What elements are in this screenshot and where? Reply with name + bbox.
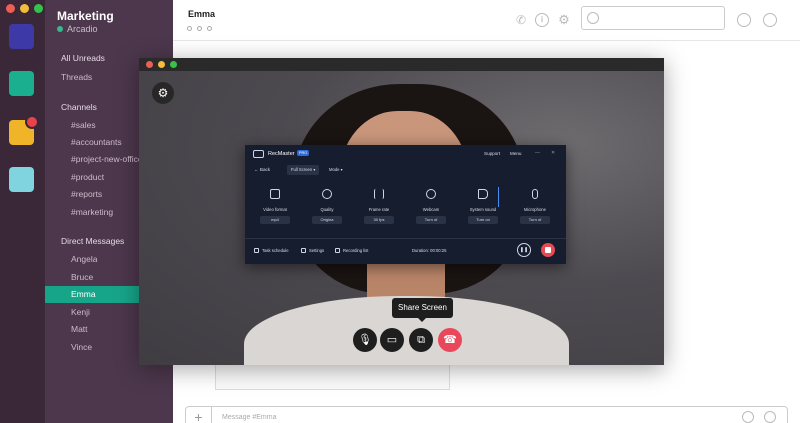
recording-list-button[interactable]: Recording list: [335, 248, 368, 253]
zoom-call-window-button[interactable]: [170, 61, 177, 68]
end-call-button[interactable]: ☎: [438, 328, 462, 352]
message-composer[interactable]: + Message #Emma: [185, 406, 788, 423]
option-value[interactable]: mp4: [260, 216, 290, 224]
option-label: Microphone: [524, 207, 546, 212]
composer-placeholder: Message #Emma: [222, 414, 277, 421]
add-attachment-button[interactable]: +: [186, 407, 212, 423]
mention-icon[interactable]: [737, 13, 751, 27]
dot-icon: [197, 26, 202, 31]
task-schedule-button[interactable]: Task schedule: [254, 248, 289, 253]
share-screen-tooltip: Share Screen: [392, 298, 453, 322]
option-value[interactable]: Turn of: [520, 216, 550, 224]
recording-list-label: Recording list: [343, 248, 369, 253]
star-icon[interactable]: [763, 13, 777, 27]
quality-icon: [322, 189, 332, 199]
file-icon: [270, 189, 280, 199]
settings-button[interactable]: Settings: [301, 248, 324, 253]
mode-select[interactable]: Full Screen ▾: [287, 165, 320, 175]
option-microphone[interactable]: Microphone Turn of: [513, 189, 557, 224]
microphone-icon: [532, 189, 538, 199]
mode-select-value: Full Screen: [291, 167, 313, 172]
emoji-icon[interactable]: [764, 411, 776, 423]
zoom-window-button[interactable]: [34, 4, 43, 13]
stop-recording-button[interactable]: [541, 243, 555, 257]
option-value[interactable]: Turn on: [468, 216, 498, 224]
close-window-button[interactable]: [6, 4, 15, 13]
user-name: Arcadio: [67, 24, 98, 34]
settings-label: Settings: [309, 248, 325, 253]
workspace-rail: [0, 0, 45, 423]
clock-icon: [254, 248, 259, 253]
mode-label-text: Mode: [329, 167, 340, 172]
phone-icon[interactable]: ✆: [514, 13, 528, 27]
search-input[interactable]: [581, 6, 725, 30]
window-controls: [6, 4, 43, 13]
workspace-1[interactable]: [9, 24, 34, 49]
option-quality[interactable]: Quality Origina: [305, 189, 349, 224]
info-icon[interactable]: i: [535, 13, 549, 27]
minimize-call-window-button[interactable]: [158, 61, 165, 68]
task-schedule-label: Task schedule: [262, 248, 289, 253]
pro-badge: PRO: [297, 150, 310, 156]
call-settings-button[interactable]: ⚙: [152, 82, 174, 104]
header-divider: [173, 40, 800, 41]
back-button[interactable]: ← Back: [254, 167, 270, 172]
recmaster-logo-icon: [253, 150, 264, 158]
webcam-icon: [426, 189, 436, 199]
option-label: Video format: [263, 207, 287, 212]
option-value[interactable]: Turn of: [416, 216, 446, 224]
back-label: Back: [259, 167, 271, 172]
workspace-3[interactable]: [9, 115, 39, 145]
workspace-2[interactable]: [9, 71, 34, 96]
option-value[interactable]: 30 fps: [364, 216, 394, 224]
dot-icon: [207, 26, 212, 31]
online-status-icon: [57, 26, 63, 32]
footer-divider: [245, 238, 566, 239]
grid-icon: [335, 248, 340, 253]
option-label: Frame rate: [368, 207, 390, 212]
search-icon: [587, 12, 599, 24]
close-call-window-button[interactable]: [146, 61, 153, 68]
option-video-format[interactable]: Video format mp4: [253, 189, 297, 224]
option-label: Webcam: [422, 207, 440, 212]
gear-icon[interactable]: ⚙: [557, 13, 571, 27]
minimize-icon[interactable]: —: [535, 150, 540, 156]
at-icon[interactable]: [742, 411, 754, 423]
chat-info-dots: [187, 26, 212, 31]
current-user: Arcadio: [57, 24, 98, 34]
team-name[interactable]: Marketing: [57, 9, 114, 23]
menu-button[interactable]: Menu: [510, 151, 522, 156]
pause-recording-button[interactable]: ❚❚: [517, 243, 531, 257]
mute-microphone-button[interactable]: 🎙: [353, 328, 377, 352]
option-frame-rate[interactable]: Frame rate 30 fps: [357, 189, 401, 224]
workspace-4[interactable]: [9, 167, 34, 192]
recording-duration: Duration: 00:00:25: [412, 248, 447, 253]
waveform-icon: [374, 189, 384, 199]
volume-slider[interactable]: [498, 187, 499, 207]
option-label: Quality: [320, 207, 334, 212]
speaker-icon: [478, 189, 488, 199]
toggle-camera-button[interactable]: ▭: [380, 328, 404, 352]
mode-label[interactable]: Mode ▾: [325, 165, 347, 175]
share-screen-button[interactable]: ⧉: [409, 328, 433, 352]
call-titlebar: [139, 58, 664, 71]
chat-title: Emma: [188, 9, 216, 19]
gear-icon: [301, 248, 306, 253]
recmaster-window[interactable]: RecMaster PRO Support Menu — ✕ ← Back Fu…: [245, 145, 566, 264]
support-link[interactable]: Support: [484, 151, 500, 156]
option-label: System sound: [469, 207, 497, 212]
dot-icon: [187, 26, 192, 31]
option-value[interactable]: Origina: [312, 216, 342, 224]
minimize-window-button[interactable]: [20, 4, 29, 13]
option-webcam[interactable]: Webcam Turn of: [409, 189, 453, 224]
recmaster-app-name: RecMaster: [268, 151, 295, 157]
close-icon[interactable]: ✕: [551, 150, 555, 156]
